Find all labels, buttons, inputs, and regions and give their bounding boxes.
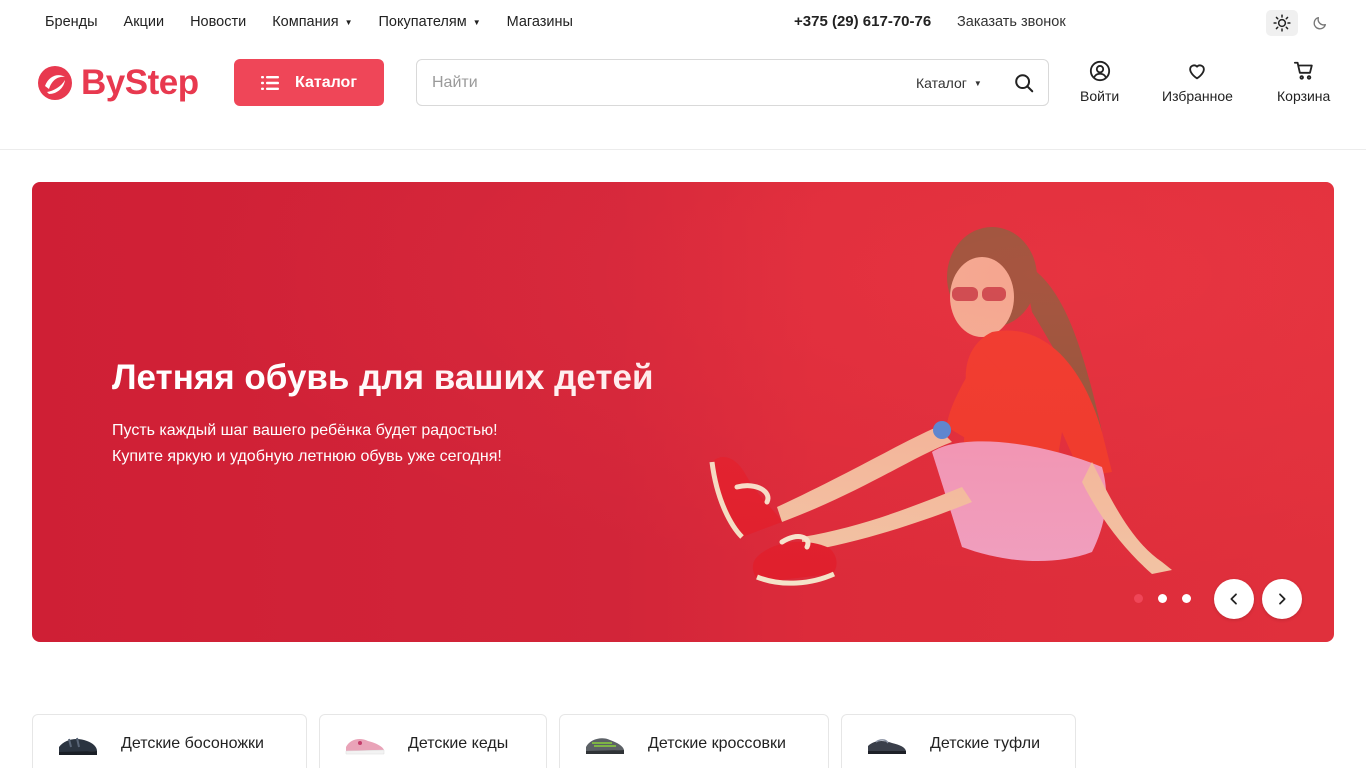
user-icon [1089, 60, 1110, 82]
caret-down-icon: ▼ [973, 78, 982, 88]
search-category-select[interactable]: Каталог ▼ [916, 75, 982, 91]
chevron-right-icon [1279, 593, 1286, 605]
sandal-icon [59, 737, 97, 755]
slider-dot-1[interactable] [1134, 594, 1143, 603]
search-input[interactable] [432, 73, 902, 92]
slider-next-button[interactable] [1262, 579, 1302, 619]
catalog-button[interactable]: Каталог [234, 59, 384, 106]
slider-dot-2[interactable] [1158, 594, 1167, 603]
banner-girl-illustration [709, 227, 1172, 586]
search-icon [1015, 74, 1034, 93]
nav-customers[interactable]: Покупателям ▼ [379, 14, 481, 30]
logo-mark-icon [38, 66, 72, 100]
search-button[interactable] [1013, 72, 1035, 94]
caret-down-icon: ▼ [472, 17, 481, 27]
banner-line-2: Купите яркую и удобную летнюю обувь уже … [112, 448, 502, 465]
theme-switch [1266, 10, 1336, 36]
slider-dot-3[interactable] [1182, 594, 1191, 603]
favorites-button[interactable]: Избранное [1162, 60, 1233, 104]
header-divider [0, 149, 1366, 150]
callback-link[interactable]: Заказать звонок [957, 14, 1066, 30]
nav-stores[interactable]: Магазины [507, 14, 573, 30]
running-shoe-icon [586, 738, 624, 754]
banner-text: Пусть каждый шаг вашего ребёнка будет ра… [112, 418, 502, 470]
category-sandals[interactable]: Детские босоножки [32, 714, 307, 768]
list-icon [261, 75, 279, 90]
catalog-button-label: Каталог [295, 73, 357, 91]
login-button[interactable]: Войти [1080, 60, 1119, 104]
banner-title: Летняя обувь для ваших детей [112, 358, 654, 397]
sun-icon [1273, 14, 1291, 32]
category-shoes[interactable]: Детские туфли [841, 714, 1076, 768]
nav-news[interactable]: Новости [190, 14, 246, 30]
nav-company[interactable]: Компания ▼ [272, 14, 352, 30]
phone-number[interactable]: +375 (29) 617-70-76 [794, 13, 931, 30]
logo[interactable]: ByStep [37, 63, 199, 103]
moon-icon [1313, 17, 1326, 30]
top-nav: Бренды Акции Новости Компания ▼ Покупател… [45, 14, 599, 30]
nav-brands[interactable]: Бренды [45, 14, 98, 30]
cart-icon [1293, 61, 1313, 80]
chevron-left-icon [1230, 593, 1237, 605]
sneaker-pink-icon [345, 739, 385, 755]
banner-line-1: Пусть каждый шаг вашего ребёнка будет ра… [112, 422, 498, 439]
search-bar: Каталог ▼ [416, 59, 1049, 106]
caret-down-icon: ▼ [344, 17, 353, 27]
top-bar: Бренды Акции Новости Компания ▼ Покупател… [0, 0, 1366, 46]
category-sneakers[interactable]: Детские кеды [319, 714, 547, 768]
logo-text: ByStep [81, 63, 199, 102]
category-trainers[interactable]: Детские кроссовки [559, 714, 829, 768]
hero-banner[interactable]: Летняя обувь для ваших детей Пусть кажды… [32, 182, 1334, 642]
shoe-icon [868, 739, 906, 754]
slider-dots [1134, 594, 1191, 603]
dark-theme-button[interactable] [1304, 10, 1336, 36]
slider-prev-button[interactable] [1214, 579, 1254, 619]
nav-promotions[interactable]: Акции [124, 14, 165, 30]
light-theme-button[interactable] [1266, 10, 1298, 36]
cart-button[interactable]: Корзина [1277, 60, 1330, 104]
heart-icon [1189, 64, 1206, 80]
